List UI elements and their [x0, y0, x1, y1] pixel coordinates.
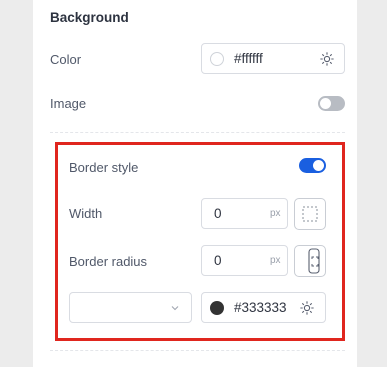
section-title: Background [50, 10, 129, 25]
divider [50, 350, 345, 351]
color-hex-input[interactable]: #ffffff [234, 51, 314, 66]
divider [50, 132, 345, 133]
sun-icon[interactable] [320, 52, 334, 66]
color-label: Color [50, 52, 82, 67]
toggle-knob [320, 98, 331, 109]
image-label: Image [50, 96, 87, 111]
border-settings-highlight [55, 142, 345, 341]
color-swatch[interactable] [210, 52, 224, 66]
image-toggle[interactable] [318, 96, 345, 111]
background-color-field[interactable]: #ffffff [201, 43, 345, 74]
